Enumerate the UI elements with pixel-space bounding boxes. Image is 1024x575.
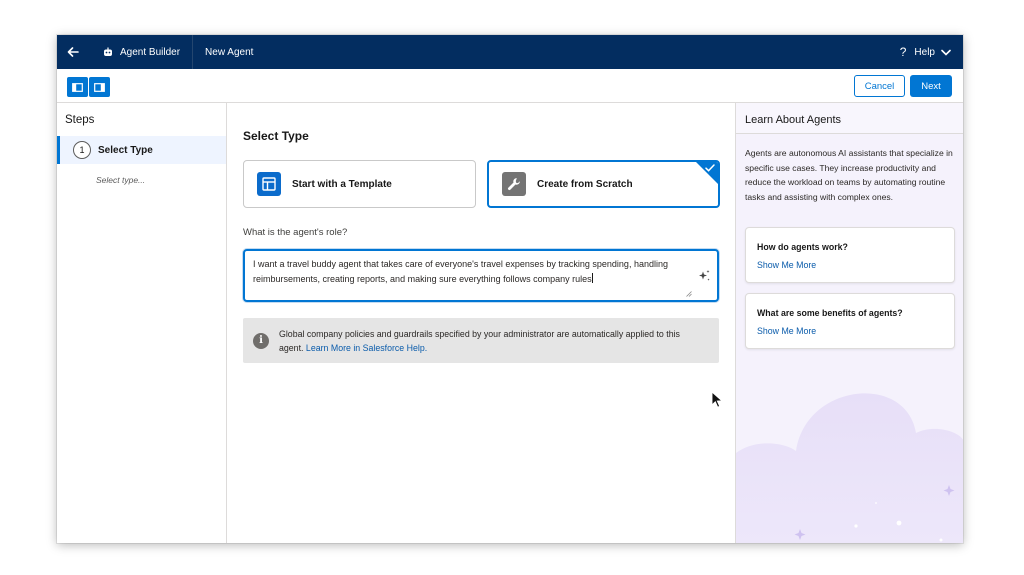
step-item-select-type[interactable]: 1 Select Type bbox=[57, 136, 226, 164]
resize-handle-icon[interactable] bbox=[686, 291, 692, 297]
help-label: Help bbox=[914, 46, 935, 58]
policy-notice: i Global company policies and guardrails… bbox=[243, 318, 719, 363]
step-number-badge: 1 bbox=[73, 141, 91, 159]
question-mark-icon: ? bbox=[899, 45, 907, 59]
template-icon-tile bbox=[257, 172, 281, 196]
steps-panel: Steps 1 Select Type Select type... bbox=[57, 103, 227, 543]
step-sublabel: Select type... bbox=[96, 175, 146, 185]
page-tab-new-agent[interactable]: New Agent bbox=[193, 47, 253, 58]
toolbar: Cancel Next bbox=[57, 69, 963, 103]
learn-more-link[interactable]: Learn More in Salesforce Help. bbox=[306, 343, 427, 353]
template-card-label: Start with a Template bbox=[292, 178, 392, 190]
cloud-decoration bbox=[736, 393, 963, 543]
card-question: What are some benefits of agents? bbox=[757, 308, 903, 318]
next-button[interactable]: Next bbox=[910, 75, 952, 97]
back-arrow-icon bbox=[67, 47, 79, 57]
steps-heading: Steps bbox=[65, 114, 95, 126]
show-me-more-link[interactable]: Show Me More bbox=[757, 326, 816, 336]
learn-panel-description: Agents are autonomous AI assistants that… bbox=[745, 148, 953, 202]
scratch-card-label: Create from Scratch bbox=[537, 178, 633, 190]
agent-robot-icon bbox=[104, 47, 112, 56]
right-panel-icon bbox=[94, 82, 105, 92]
scratch-icon-tile bbox=[502, 172, 526, 196]
learn-about-agents-panel: Learn About Agents Agents are autonomous… bbox=[735, 103, 963, 543]
agent-benefits-card: What are some benefits of agents? Show M… bbox=[745, 293, 955, 349]
panel-toggle-group bbox=[67, 77, 110, 97]
toggle-right-panel-button[interactable] bbox=[89, 77, 110, 97]
mouse-pointer-icon bbox=[711, 391, 723, 408]
top-nav-bar: Agent Builder New Agent ? Help bbox=[57, 35, 963, 69]
learn-panel-title: Learn About Agents bbox=[736, 103, 963, 134]
back-button[interactable] bbox=[57, 35, 89, 69]
template-layout-icon bbox=[262, 177, 276, 191]
text-caret bbox=[591, 273, 593, 283]
agent-builder-window: Agent Builder New Agent ? Help Cancel Ne… bbox=[57, 35, 963, 543]
agent-role-text: I want a travel buddy agent that takes c… bbox=[253, 259, 668, 284]
left-panel-icon bbox=[72, 82, 83, 92]
start-with-template-card[interactable]: Start with a Template bbox=[243, 160, 476, 208]
show-me-more-link[interactable]: Show Me More bbox=[757, 260, 816, 270]
card-question: How do agents work? bbox=[757, 242, 848, 252]
main-content: Select Type Start with a Template Create… bbox=[227, 103, 735, 543]
how-agents-work-card: How do agents work? Show Me More bbox=[745, 227, 955, 283]
help-menu[interactable]: ? Help bbox=[900, 35, 951, 69]
chevron-down-icon bbox=[941, 49, 951, 56]
cancel-button[interactable]: Cancel bbox=[854, 75, 905, 97]
step-label: Select Type bbox=[98, 144, 153, 156]
info-icon: i bbox=[253, 332, 269, 349]
toggle-left-panel-button[interactable] bbox=[67, 77, 88, 97]
agent-role-label: What is the agent's role? bbox=[243, 227, 348, 238]
ai-sparkle-icon[interactable] bbox=[697, 269, 711, 283]
checkmark-icon bbox=[705, 164, 715, 172]
notice-text-block: Global company policies and guardrails s… bbox=[279, 327, 719, 355]
agent-role-textarea[interactable]: I want a travel buddy agent that takes c… bbox=[243, 249, 719, 302]
app-title: Agent Builder bbox=[89, 35, 194, 69]
wrench-icon bbox=[507, 178, 520, 191]
app-name: Agent Builder bbox=[120, 46, 181, 58]
create-from-scratch-card[interactable]: Create from Scratch bbox=[487, 160, 720, 208]
page-title: Select Type bbox=[243, 129, 309, 143]
